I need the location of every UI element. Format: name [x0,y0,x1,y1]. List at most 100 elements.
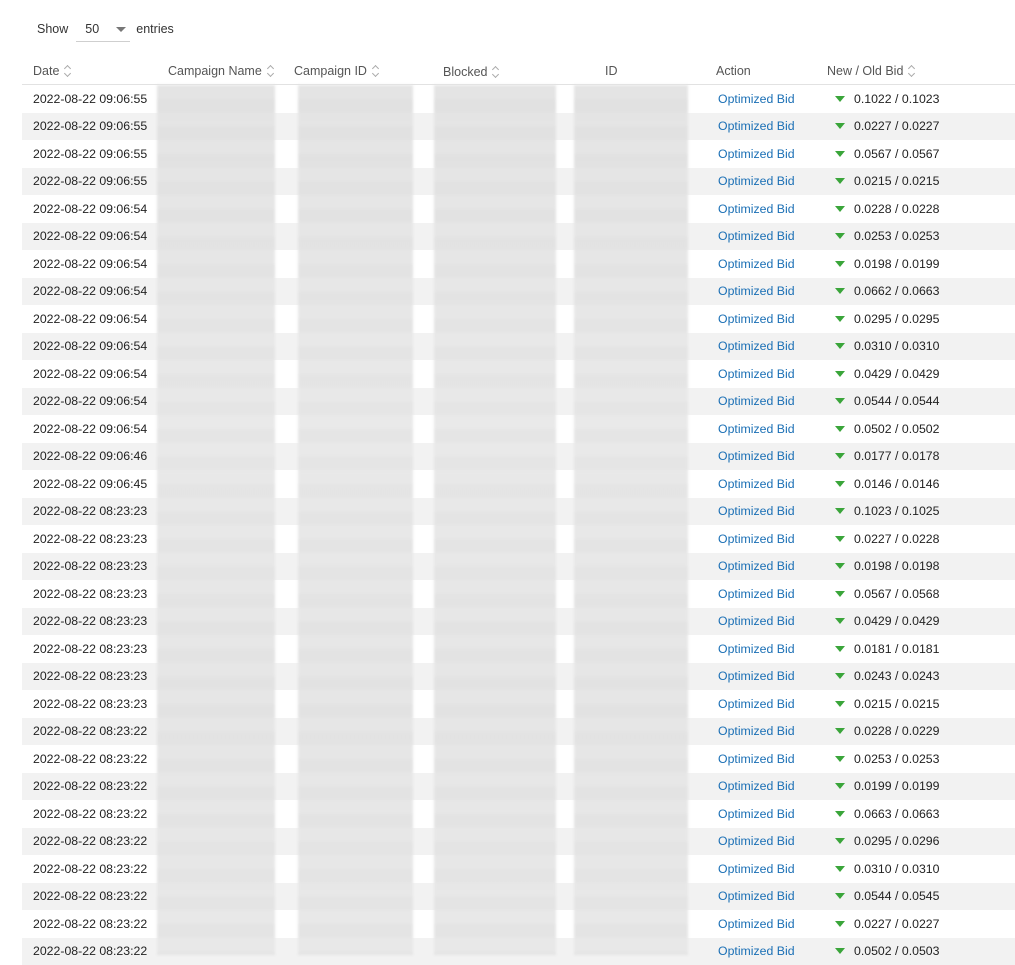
row-date: 2022-08-22 09:06:54 [33,250,147,278]
column-header-label: Campaign Name [168,64,262,78]
row-bid-value: 0.0429 / 0.0429 [854,614,939,628]
row-date: 2022-08-22 09:06:55 [33,168,147,196]
row-action-link[interactable]: Optimized Bid [718,470,795,498]
row-date: 2022-08-22 08:23:22 [33,855,147,883]
row-date: 2022-08-22 08:23:22 [33,800,147,828]
triangle-down-icon [835,343,845,349]
row-action-link[interactable]: Optimized Bid [718,525,795,553]
row-action-link[interactable]: Optimized Bid [718,360,795,388]
row-action-link[interactable]: Optimized Bid [718,608,795,636]
column-header-label: Date [33,64,59,78]
triangle-down-icon [835,398,845,404]
row-action-link[interactable]: Optimized Bid [718,85,795,113]
row-action-link[interactable]: Optimized Bid [718,663,795,691]
row-date: 2022-08-22 09:06:54 [33,223,147,251]
row-action-link[interactable]: Optimized Bid [718,828,795,856]
row-bid: 0.1023 / 0.1025 [835,498,939,526]
row-action-link[interactable]: Optimized Bid [718,140,795,168]
row-action-link[interactable]: Optimized Bid [718,113,795,141]
sort-icon [64,64,72,78]
row-date: 2022-08-22 09:06:54 [33,360,147,388]
table-header: Date Campaign Name Campaign ID Blocked I… [22,58,1015,85]
entries-per-page-select[interactable]: 50 [76,17,130,42]
column-header-id[interactable]: ID [605,58,618,84]
triangle-down-icon [835,536,845,542]
column-header-blocked[interactable]: Blocked [443,59,500,85]
triangle-down-icon [835,673,845,679]
row-bid: 0.0429 / 0.0429 [835,608,939,636]
row-action-link[interactable]: Optimized Bid [718,195,795,223]
sort-icon [267,64,275,78]
row-bid: 0.0310 / 0.0310 [835,333,939,361]
row-bid: 0.0567 / 0.0567 [835,140,939,168]
row-action-link[interactable]: Optimized Bid [718,305,795,333]
triangle-down-icon [835,96,845,102]
row-bid: 0.0295 / 0.0295 [835,305,939,333]
row-bid-value: 0.0295 / 0.0296 [854,834,939,848]
row-date: 2022-08-22 08:23:22 [33,773,147,801]
row-bid: 0.0662 / 0.0663 [835,278,939,306]
row-action-link[interactable]: Optimized Bid [718,773,795,801]
triangle-down-icon [835,728,845,734]
row-action-link[interactable]: Optimized Bid [718,690,795,718]
row-date: 2022-08-22 08:23:22 [33,745,147,773]
row-bid-value: 0.0215 / 0.0215 [854,174,939,188]
show-label: Show [37,22,68,36]
column-header-date[interactable]: Date [33,58,72,84]
triangle-down-icon [835,646,845,652]
row-action-link[interactable]: Optimized Bid [718,855,795,883]
row-bid-value: 0.0181 / 0.0181 [854,642,939,656]
row-action-link[interactable]: Optimized Bid [718,883,795,911]
row-bid: 0.0199 / 0.0199 [835,773,939,801]
column-header-action[interactable]: Action [716,58,751,84]
row-date: 2022-08-22 09:06:46 [33,443,147,471]
column-header-new-old-bid[interactable]: New / Old Bid [827,58,916,84]
row-action-link[interactable]: Optimized Bid [718,938,795,965]
row-bid-value: 0.0502 / 0.0503 [854,944,939,958]
row-bid: 0.0228 / 0.0228 [835,195,939,223]
row-action-link[interactable]: Optimized Bid [718,718,795,746]
row-action-link[interactable]: Optimized Bid [718,415,795,443]
row-date: 2022-08-22 08:23:22 [33,718,147,746]
row-action-link[interactable]: Optimized Bid [718,250,795,278]
triangle-down-icon [835,921,845,927]
row-bid: 0.0177 / 0.0178 [835,443,939,471]
redacted-blocked-column [434,85,556,955]
row-action-link[interactable]: Optimized Bid [718,223,795,251]
entries-per-page-value: 50 [76,22,99,36]
row-action-link[interactable]: Optimized Bid [718,580,795,608]
row-bid: 0.0215 / 0.0215 [835,168,939,196]
row-action-link[interactable]: Optimized Bid [718,910,795,938]
row-bid: 0.0544 / 0.0545 [835,883,939,911]
row-action-link[interactable]: Optimized Bid [718,498,795,526]
redacted-campaign-id-column [298,85,413,955]
row-bid: 0.0228 / 0.0229 [835,718,939,746]
triangle-down-icon [835,206,845,212]
row-action-link[interactable]: Optimized Bid [718,635,795,663]
row-bid-value: 0.0663 / 0.0663 [854,807,939,821]
triangle-down-icon [835,508,845,514]
row-date: 2022-08-22 08:23:22 [33,938,147,965]
triangle-down-icon [835,453,845,459]
row-action-link[interactable]: Optimized Bid [718,333,795,361]
column-header-campaign-name[interactable]: Campaign Name [168,58,275,84]
row-date: 2022-08-22 09:06:45 [33,470,147,498]
column-header-label: Campaign ID [294,64,367,78]
row-action-link[interactable]: Optimized Bid [718,278,795,306]
row-bid-value: 0.0567 / 0.0568 [854,587,939,601]
row-date: 2022-08-22 08:23:22 [33,910,147,938]
row-action-link[interactable]: Optimized Bid [718,443,795,471]
row-bid-value: 0.0227 / 0.0227 [854,119,939,133]
row-bid: 0.0502 / 0.0503 [835,938,939,965]
row-bid-value: 0.0198 / 0.0198 [854,559,939,573]
triangle-down-icon [835,838,845,844]
row-action-link[interactable]: Optimized Bid [718,168,795,196]
row-action-link[interactable]: Optimized Bid [718,388,795,416]
row-action-link[interactable]: Optimized Bid [718,800,795,828]
row-date: 2022-08-22 08:23:23 [33,635,147,663]
column-header-campaign-id[interactable]: Campaign ID [294,58,380,84]
row-action-link[interactable]: Optimized Bid [718,745,795,773]
row-date: 2022-08-22 08:23:23 [33,498,147,526]
row-date: 2022-08-22 08:23:23 [33,690,147,718]
row-action-link[interactable]: Optimized Bid [718,553,795,581]
